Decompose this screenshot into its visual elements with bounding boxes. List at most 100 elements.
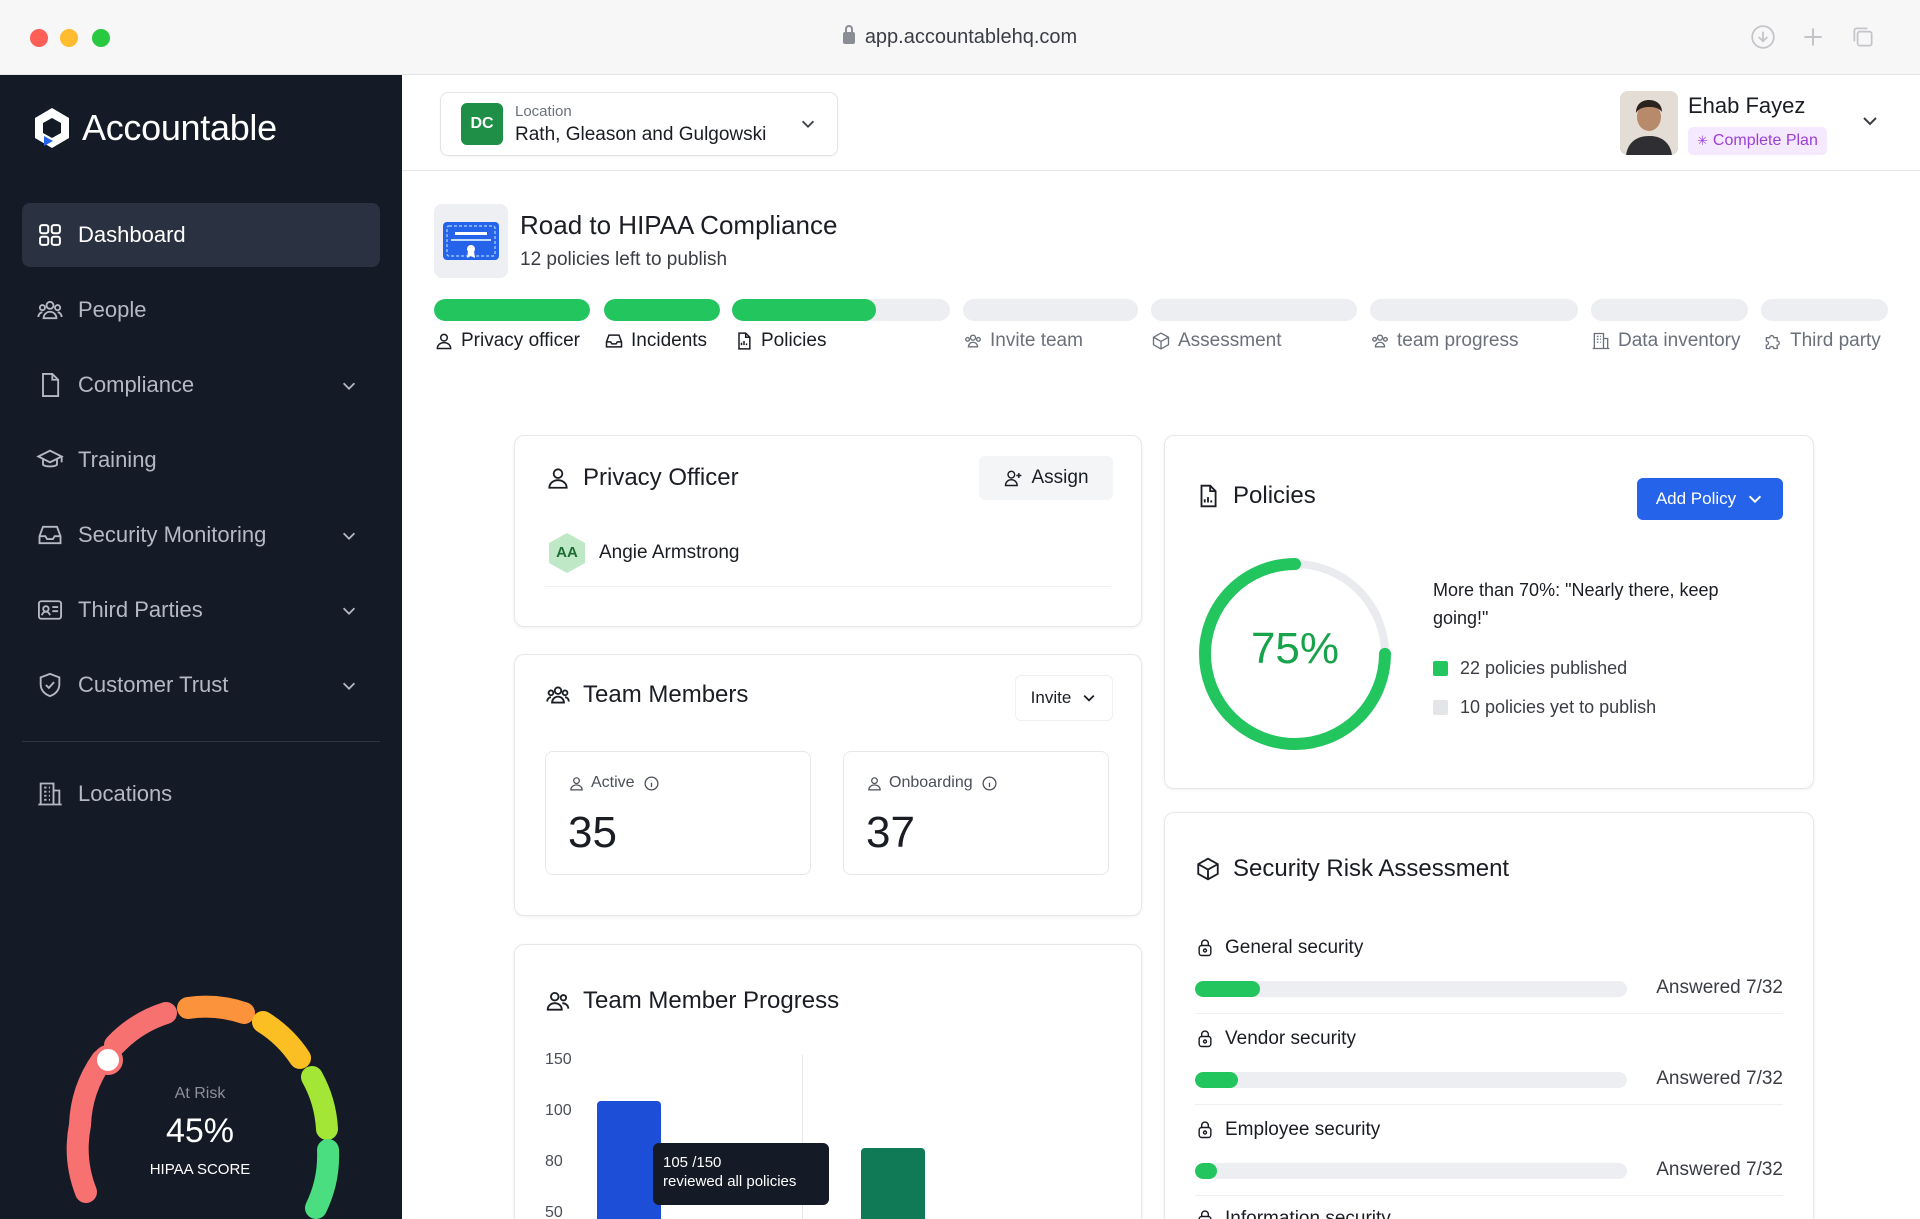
chevron-down-icon: [1083, 694, 1095, 702]
y-tick: 150: [545, 1051, 572, 1068]
divider: [1195, 1104, 1783, 1105]
sidebar-item-compliance[interactable]: Compliance: [22, 353, 380, 417]
progress-bar[interactable]: [597, 1101, 661, 1219]
risk-label: Information security: [1225, 1208, 1391, 1219]
divider: [545, 586, 1111, 587]
security-risk-card: Security Risk Assessment General securit…: [1164, 812, 1814, 1219]
step-third-party[interactable]: Third party: [1763, 330, 1881, 352]
brand-logo[interactable]: Accountable: [32, 105, 277, 151]
officer-name: Angie Armstrong: [599, 542, 740, 563]
step-progress-bar: [604, 299, 720, 321]
document-chart-icon: [1200, 484, 1217, 508]
score-value: 45%: [165, 1112, 235, 1150]
graduation-cap-icon: [36, 449, 64, 468]
chevron-down-icon: [342, 382, 356, 390]
assign-label: Assign: [1031, 467, 1089, 488]
sidebar-item-training[interactable]: Training: [22, 428, 380, 492]
chevron-down-icon: [1863, 117, 1877, 126]
risk-label: Employee security: [1225, 1119, 1381, 1140]
cube-icon: [1152, 332, 1170, 350]
risk-row-label[interactable]: Vendor security: [1195, 1028, 1356, 1050]
step-data-inventory[interactable]: Data inventory: [1591, 330, 1741, 352]
risk-progress: [1195, 1163, 1627, 1179]
inbox-icon: [38, 525, 62, 545]
tabs-overview-icon[interactable]: [1850, 24, 1876, 50]
sidebar-item-label: Compliance: [78, 372, 195, 397]
add-policy-label: Add Policy: [1655, 489, 1737, 508]
user-photo: [1620, 91, 1678, 155]
sidebar-item-third-parties[interactable]: Third Parties: [22, 578, 380, 642]
sidebar-item-label: Training: [78, 447, 157, 472]
risk-label: Vendor security: [1225, 1028, 1356, 1049]
sidebar-item-security-monitoring[interactable]: Security Monitoring: [22, 503, 380, 567]
legend-label: 10 policies yet to publish: [1460, 697, 1657, 717]
download-icon[interactable]: [1750, 24, 1776, 50]
step-label: Policies: [761, 330, 827, 351]
onboarding-stat: Onboarding 37: [843, 751, 1109, 875]
progress-bar[interactable]: [861, 1148, 925, 1219]
sidebar-item-label: People: [78, 297, 147, 322]
risk-progress: [1195, 981, 1627, 997]
location-value: Rath, Gleason and Gulgowski: [515, 124, 767, 145]
step-policies[interactable]: Policies: [734, 330, 826, 352]
risk-row-label[interactable]: Employee security: [1195, 1119, 1380, 1141]
location-selector[interactable]: DC Location Rath, Gleason and Gulgowski: [440, 92, 838, 156]
grid-icon: [39, 224, 61, 246]
step-progress-bar: [1761, 299, 1888, 321]
step-label: team progress: [1397, 330, 1519, 351]
step-progress-bar: [1370, 299, 1578, 321]
avatar: [1620, 91, 1678, 155]
step-privacy-officer[interactable]: Privacy officer: [434, 330, 580, 352]
info-icon[interactable]: [981, 775, 998, 792]
chevron-down-icon: [801, 120, 815, 128]
step-team-progress[interactable]: team progress: [1370, 330, 1518, 352]
chevron-down-icon: [342, 532, 356, 540]
step-assessment[interactable]: Assessment: [1151, 330, 1281, 352]
legend-label: 22 policies published: [1460, 658, 1628, 678]
tooltip-line: 105 /150: [663, 1154, 722, 1171]
browser-chrome: app.accountablehq.com: [0, 0, 1920, 75]
add-policy-button[interactable]: Add Policy: [1637, 478, 1783, 520]
invite-label: Invite: [1030, 688, 1072, 707]
privacy-officer-title: Privacy Officer: [583, 464, 739, 491]
lock-icon: [842, 25, 855, 44]
sidebar-item-locations[interactable]: Locations: [22, 762, 380, 826]
sidebar-item-customer-trust[interactable]: Customer Trust: [22, 653, 380, 717]
team-members-card: Team Members Invite Active 35 Onboarding…: [514, 654, 1142, 916]
step-progress-bar: [963, 299, 1138, 321]
policies-card: Policies Add Policy 75% More than 70%: "…: [1164, 435, 1814, 789]
policies-title: Policies: [1233, 482, 1316, 509]
chevron-down-icon: [1749, 495, 1762, 504]
active-count: 35: [568, 808, 617, 857]
invite-button[interactable]: Invite: [1015, 675, 1113, 721]
sidebar-item-people[interactable]: People: [22, 278, 380, 342]
sidebar-divider: [22, 741, 380, 742]
user-menu[interactable]: Ehab Fayez ✳ Complete Plan: [1620, 87, 1880, 159]
new-tab-icon[interactable]: [1800, 24, 1826, 50]
sidebar-item-dashboard[interactable]: Dashboard: [22, 203, 380, 267]
people-icon: [37, 300, 63, 320]
card-title: Team Members: [545, 681, 748, 709]
step-incidents[interactable]: Incidents: [604, 330, 707, 352]
risk-row-label[interactable]: Information security: [1195, 1208, 1391, 1219]
team-members-title: Team Members: [583, 681, 749, 708]
inbox-icon: [605, 334, 623, 348]
legend-published: 22 policies published: [1433, 658, 1627, 679]
people-icon: [1372, 334, 1388, 348]
active-stat: Active 35: [545, 751, 811, 875]
lock-icon: [1198, 1210, 1212, 1219]
shield-check-icon: [39, 672, 61, 698]
accountable-logo-icon: [35, 108, 69, 148]
risk-label: General security: [1225, 937, 1364, 958]
step-invite-team[interactable]: Invite team: [963, 330, 1083, 352]
info-icon[interactable]: [643, 775, 660, 792]
officer-initials: AA: [556, 544, 578, 561]
building-icon: [1592, 332, 1610, 350]
people-icon: [546, 686, 570, 704]
team-progress-card: Team Member Progress 150 100 80 50 105 /…: [514, 944, 1142, 1219]
assign-button[interactable]: Assign: [979, 456, 1113, 500]
address-bar[interactable]: app.accountablehq.com: [0, 25, 1920, 49]
risk-row-label[interactable]: General security: [1195, 937, 1363, 959]
plan-label: Complete Plan: [1712, 132, 1818, 149]
step-progress-bar: [434, 299, 590, 321]
